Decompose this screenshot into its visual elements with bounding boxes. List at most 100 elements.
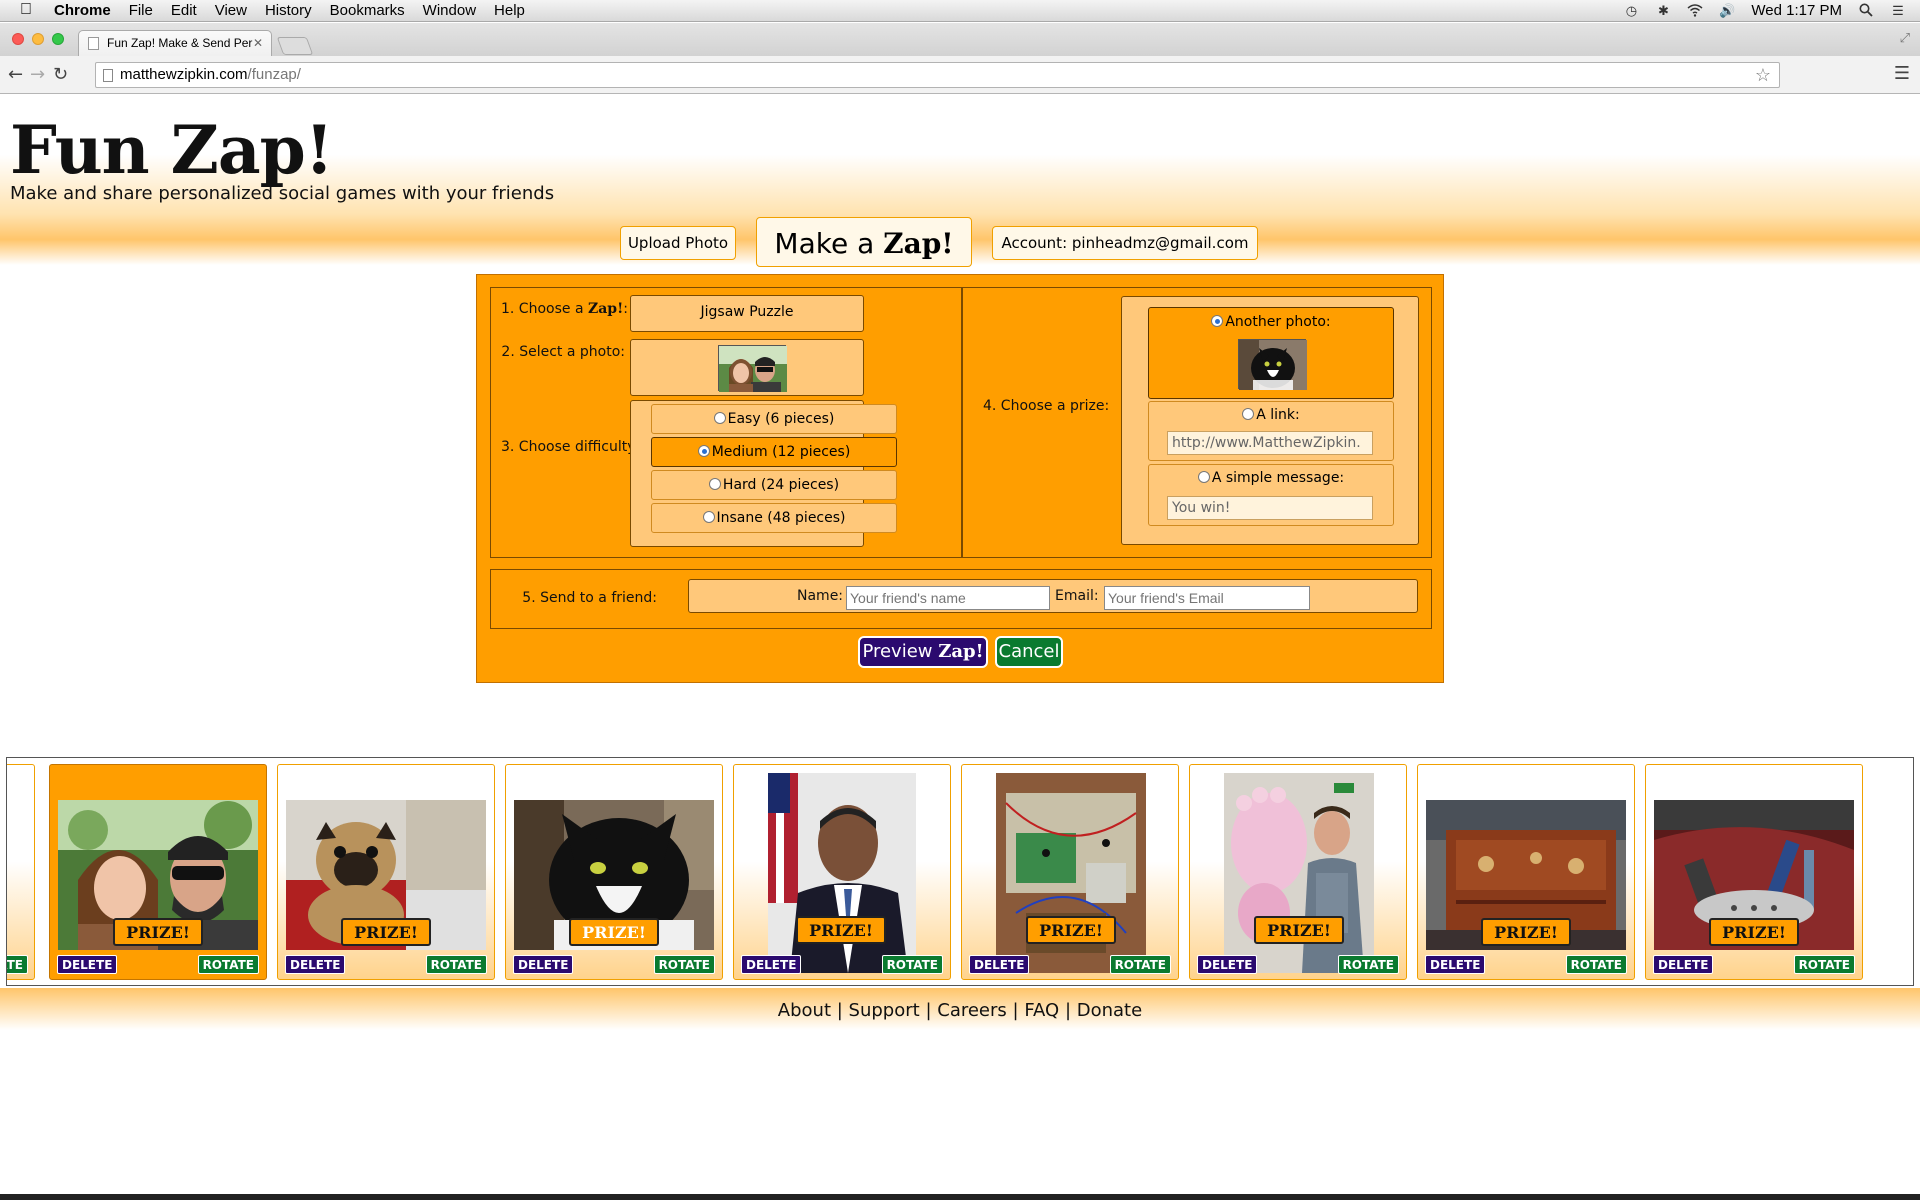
back-arrow-icon[interactable]: ←: [8, 64, 23, 85]
time-machine-icon[interactable]: ◷: [1623, 3, 1639, 19]
radio-selected-icon[interactable]: [697, 445, 710, 457]
cancel-button[interactable]: Cancel: [995, 636, 1063, 668]
menu-history[interactable]: History: [256, 2, 321, 19]
gallery-photo[interactable]: PRIZE!: [58, 800, 258, 950]
prize-badge[interactable]: PRIZE!: [1254, 916, 1344, 944]
gallery-photo[interactable]: PRIZE!: [1224, 773, 1374, 973]
photo-gallery-strip[interactable]: TATE PRIZE! DELETE: [6, 757, 1914, 986]
footer-link-about[interactable]: About: [778, 1000, 831, 1021]
bluetooth-icon[interactable]: ✱: [1655, 3, 1671, 19]
radio-selected-icon[interactable]: [1211, 315, 1224, 327]
rotate-button[interactable]: ROTATE: [1565, 955, 1627, 974]
rotate-button[interactable]: ROTATE: [1337, 955, 1399, 974]
delete-button[interactable]: DELETE: [1197, 955, 1258, 974]
volume-icon[interactable]: 🔊: [1719, 3, 1735, 19]
zap-type-select[interactable]: Jigsaw Puzzle: [630, 295, 864, 332]
delete-button[interactable]: DELETE: [513, 955, 574, 974]
rotate-button[interactable]: ROTATE: [653, 955, 715, 974]
menu-file[interactable]: File: [120, 2, 162, 19]
prize-badge[interactable]: PRIZE!: [569, 918, 659, 946]
radio-icon[interactable]: [702, 511, 715, 523]
reload-icon[interactable]: ↻: [53, 64, 68, 85]
rotate-button[interactable]: TATE: [7, 955, 28, 974]
radio-icon[interactable]: [708, 478, 721, 490]
footer-link-faq[interactable]: FAQ: [1024, 1000, 1059, 1021]
footer-link-careers[interactable]: Careers: [937, 1000, 1007, 1021]
menu-help[interactable]: Help: [485, 2, 534, 19]
browser-tab[interactable]: Fun Zap! Make & Send Per ✕: [78, 30, 272, 56]
gallery-photo[interactable]: PRIZE!: [1426, 800, 1626, 950]
radio-icon[interactable]: [713, 412, 726, 424]
prize-link-input[interactable]: http://www.MatthewZipkin.: [1167, 431, 1373, 455]
new-tab-button[interactable]: [276, 37, 314, 55]
friend-name-input[interactable]: [846, 586, 1050, 610]
menu-window[interactable]: Window: [414, 2, 485, 19]
photo-select[interactable]: [630, 339, 864, 396]
gallery-photo[interactable]: PRIZE!: [514, 800, 714, 950]
footer-link-support[interactable]: Support: [849, 1000, 920, 1021]
delete-button[interactable]: DELETE: [741, 955, 802, 974]
difficulty-option-medium[interactable]: Medium (12 pieces): [651, 437, 897, 467]
make-a-zap-button[interactable]: Make a Zap!: [756, 217, 972, 267]
spotlight-search-icon[interactable]: [1858, 3, 1874, 19]
minimize-window-button[interactable]: [32, 33, 44, 45]
gallery-photo[interactable]: PRIZE!: [996, 773, 1146, 973]
prize-badge[interactable]: PRIZE!: [341, 918, 431, 946]
gallery-card[interactable]: PRIZE! DELETE ROTATE: [1189, 764, 1407, 980]
account-button[interactable]: Account: pinheadmz@gmail.com: [992, 226, 1258, 260]
footer-link-donate[interactable]: Donate: [1077, 1000, 1142, 1021]
bookmark-star-icon[interactable]: ☆: [1755, 65, 1771, 86]
site-logo[interactable]: Fun Zap!: [10, 111, 334, 189]
fullscreen-icon[interactable]: ⤢: [1900, 31, 1910, 46]
radio-icon[interactable]: [1197, 471, 1210, 483]
prize-option-message[interactable]: A simple message: You win!: [1148, 464, 1394, 526]
difficulty-option-hard[interactable]: Hard (24 pieces): [651, 470, 897, 500]
delete-button[interactable]: DELETE: [1425, 955, 1486, 974]
menu-bookmarks[interactable]: Bookmarks: [321, 2, 414, 19]
prize-message-input[interactable]: You win!: [1167, 496, 1373, 520]
gallery-card[interactable]: PRIZE! DELETE ROTATE: [1645, 764, 1863, 980]
delete-button[interactable]: DELETE: [285, 955, 346, 974]
upload-photo-button[interactable]: Upload Photo: [620, 226, 736, 260]
rotate-button[interactable]: ROTATE: [197, 955, 259, 974]
gallery-card[interactable]: PRIZE! DELETE ROTATE: [277, 764, 495, 980]
friend-email-input[interactable]: [1104, 586, 1310, 610]
prize-badge[interactable]: PRIZE!: [113, 918, 203, 946]
gallery-photo[interactable]: PRIZE!: [286, 800, 486, 950]
notification-center-icon[interactable]: ☰: [1890, 3, 1906, 19]
chrome-menu-icon[interactable]: ☰: [1894, 63, 1910, 84]
gallery-card[interactable]: PRIZE! DELETE ROTATE: [49, 764, 267, 980]
menu-app-name[interactable]: Chrome: [54, 2, 120, 19]
preview-zap-button[interactable]: Preview Zap!: [858, 636, 988, 668]
clock[interactable]: Wed 1:17 PM: [1751, 2, 1842, 19]
radio-icon[interactable]: [1242, 408, 1255, 420]
difficulty-option-easy[interactable]: Easy (6 pieces): [651, 404, 897, 434]
rotate-button[interactable]: ROTATE: [881, 955, 943, 974]
menu-view[interactable]: View: [206, 2, 256, 19]
prize-badge[interactable]: PRIZE!: [1709, 918, 1799, 946]
gallery-card[interactable]: PRIZE! DELETE ROTATE: [1417, 764, 1635, 980]
gallery-card[interactable]: PRIZE! DELETE ROTATE: [733, 764, 951, 980]
gallery-photo[interactable]: PRIZE!: [768, 773, 916, 973]
rotate-button[interactable]: ROTATE: [1793, 955, 1855, 974]
zoom-window-button[interactable]: [52, 33, 64, 45]
apple-menu-icon[interactable]: : [20, 1, 32, 19]
gallery-card[interactable]: PRIZE! DELETE ROTATE: [505, 764, 723, 980]
wifi-icon[interactable]: [1687, 3, 1703, 19]
gallery-photo[interactable]: PRIZE!: [1654, 800, 1854, 950]
prize-badge[interactable]: PRIZE!: [796, 916, 886, 944]
rotate-button[interactable]: ROTATE: [425, 955, 487, 974]
close-window-button[interactable]: [12, 33, 24, 45]
prize-option-photo[interactable]: Another photo:: [1148, 307, 1394, 399]
gallery-card-partial[interactable]: TATE: [7, 764, 35, 980]
menu-edit[interactable]: Edit: [162, 2, 206, 19]
gallery-card[interactable]: PRIZE! DELETE ROTATE: [961, 764, 1179, 980]
delete-button[interactable]: DELETE: [1653, 955, 1714, 974]
address-bar[interactable]: matthewzipkin.com/funzap/ ☆: [95, 62, 1780, 88]
prize-option-link[interactable]: A link: http://www.MatthewZipkin.: [1148, 401, 1394, 461]
difficulty-option-insane[interactable]: Insane (48 pieces): [651, 503, 897, 533]
forward-arrow-icon[interactable]: →: [30, 64, 45, 85]
prize-photo-thumbnail[interactable]: [1238, 339, 1307, 390]
delete-button[interactable]: DELETE: [57, 955, 118, 974]
prize-badge[interactable]: PRIZE!: [1481, 918, 1571, 946]
